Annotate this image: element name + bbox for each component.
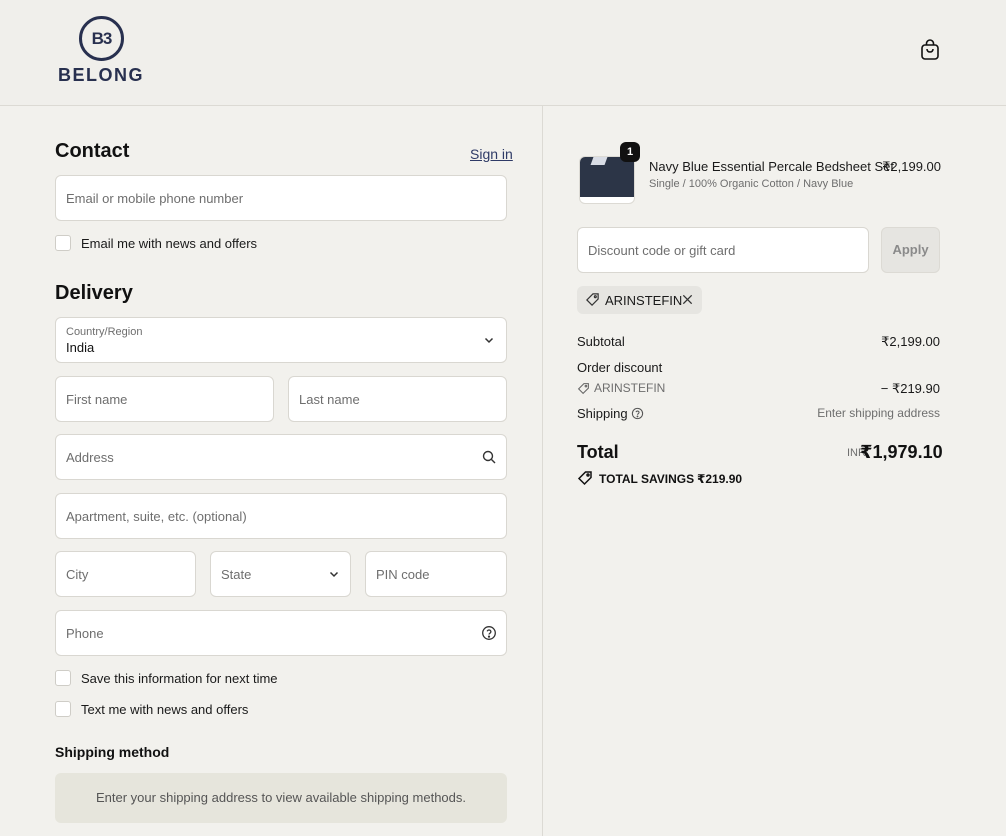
savings-tag-icon (577, 471, 592, 486)
sign-in-link[interactable]: Sign in (470, 146, 513, 162)
search-icon (482, 450, 496, 464)
apply-discount-button[interactable]: Apply (881, 227, 940, 273)
save-info-checkbox[interactable] (55, 670, 71, 686)
country-select[interactable]: Country/Region India (55, 317, 507, 363)
city-field[interactable]: City (55, 551, 196, 597)
address-field[interactable]: Address (55, 434, 507, 480)
site-header: B3 BELONG (0, 0, 1006, 106)
total-savings-label: TOTAL SAVINGS (599, 472, 695, 486)
checkout-form: Contact Sign in Email or mobile phone nu… (0, 106, 543, 836)
state-placeholder: State (221, 567, 252, 582)
discount-value: − ₹219.90 (880, 381, 940, 396)
apartment-placeholder: Apartment, suite, etc. (optional) (66, 509, 247, 524)
text-me-checkbox[interactable] (55, 701, 71, 717)
logo-text: BELONG (57, 65, 144, 85)
help-circle-icon[interactable] (481, 625, 497, 641)
discount-code-label: ARINSTEFIN (594, 381, 666, 395)
cart-button[interactable] (918, 38, 942, 62)
product-variant: Single / 100% Organic Cotton / Navy Blue (649, 178, 854, 190)
pin-code-placeholder: PIN code (376, 567, 430, 582)
country-value: India (66, 340, 95, 355)
total-savings-value: ₹219.90 (697, 472, 743, 486)
contact-heading: Contact (55, 140, 130, 162)
product-image-fold (590, 157, 608, 165)
shipping-method-message: Enter your shipping address to view avai… (96, 790, 466, 805)
discount-code-field[interactable]: Discount code or gift card (577, 227, 869, 273)
newsletter-checkbox[interactable] (55, 235, 71, 251)
first-name-placeholder: First name (66, 392, 128, 407)
email-field[interactable]: Email or mobile phone number (55, 175, 507, 221)
text-me-label: Text me with news and offers (81, 702, 249, 717)
subtotal-value: ₹2,199.00 (881, 334, 940, 349)
total-value: ₹1,979.10 (860, 442, 943, 462)
shipping-method-heading: Shipping method (55, 744, 170, 760)
phone-placeholder: Phone (66, 626, 104, 641)
logo-mark: B3 (79, 16, 124, 61)
apartment-field[interactable]: Apartment, suite, etc. (optional) (55, 493, 507, 539)
order-discount-label: Order discount (577, 360, 663, 375)
applied-code: ARINSTEFIN (605, 293, 683, 308)
total-label: Total (577, 442, 619, 462)
close-icon[interactable] (681, 293, 694, 306)
phone-field[interactable]: Phone (55, 610, 507, 656)
pin-code-field[interactable]: PIN code (365, 551, 507, 597)
discount-placeholder: Discount code or gift card (588, 243, 736, 258)
shopping-bag-icon (921, 39, 939, 60)
tag-icon (586, 293, 599, 306)
subtotal-label: Subtotal (577, 334, 625, 349)
product-thumbnail (579, 156, 635, 204)
order-summary: 1 Navy Blue Essential Percale Bedsheet S… (543, 106, 1006, 836)
email-placeholder: Email or mobile phone number (66, 191, 244, 206)
help-circle-icon[interactable] (631, 407, 644, 420)
first-name-field[interactable]: First name (55, 376, 274, 422)
city-placeholder: City (66, 567, 89, 582)
save-info-label: Save this information for next time (81, 671, 278, 686)
delivery-heading: Delivery (55, 282, 133, 304)
product-image (580, 157, 634, 197)
tag-icon (577, 383, 589, 395)
last-name-placeholder: Last name (299, 392, 360, 407)
product-name: Navy Blue Essential Percale Bedsheet Set (649, 159, 894, 174)
shipping-method-placeholder: Enter your shipping address to view avai… (55, 773, 507, 823)
chevron-down-icon (484, 337, 494, 344)
address-placeholder: Address (66, 450, 114, 465)
chevron-down-icon (329, 571, 339, 578)
shipping-label: Shipping (577, 406, 628, 421)
shipping-value: Enter shipping address (817, 406, 940, 420)
applied-discount-chip: ARINSTEFIN (577, 286, 702, 314)
brand-logo[interactable]: B3 BELONG (56, 16, 146, 86)
product-price: ₹2,199.00 (882, 159, 941, 174)
newsletter-label: Email me with news and offers (81, 236, 258, 251)
state-select[interactable]: State (210, 551, 351, 597)
last-name-field[interactable]: Last name (288, 376, 507, 422)
country-label: Country/Region (66, 326, 143, 338)
quantity-badge: 1 (620, 142, 640, 162)
